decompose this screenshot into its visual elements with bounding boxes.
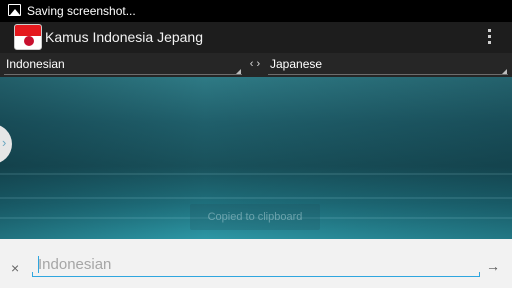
overflow-menu-icon[interactable]	[486, 28, 492, 46]
toast-message: Copied to clipboard	[190, 204, 320, 230]
arrow-right-icon[interactable]: →	[486, 258, 500, 274]
clear-icon[interactable]: ×	[11, 260, 19, 276]
source-language-spinner[interactable]: Indonesian	[4, 53, 242, 77]
source-language-label: Indonesian	[6, 57, 65, 71]
image-icon	[8, 4, 21, 16]
app-title: Kamus Indonesia Jepang	[45, 29, 203, 45]
chevron-right-icon: ›	[2, 135, 7, 150]
action-bar: Kamus Indonesia Jepang	[0, 22, 512, 53]
background-content: › Copied to clipboard	[0, 77, 512, 239]
status-text: Saving screenshot...	[27, 4, 136, 18]
input-bar: × →	[0, 239, 512, 288]
status-bar: Saving screenshot...	[0, 0, 512, 22]
text-cursor	[38, 256, 39, 273]
target-language-label: Japanese	[270, 57, 323, 71]
indonesia-japan-flag-icon[interactable]	[14, 24, 42, 50]
target-language-spinner[interactable]: Japanese	[268, 53, 508, 77]
dropdown-corner-icon	[236, 69, 241, 74]
search-input[interactable]	[32, 253, 480, 275]
language-bar: Indonesian ‹ › Japanese	[0, 53, 512, 77]
dropdown-corner-icon	[502, 69, 507, 74]
swap-languages-button[interactable]: ‹ ›	[245, 53, 265, 77]
search-field[interactable]	[32, 253, 480, 277]
